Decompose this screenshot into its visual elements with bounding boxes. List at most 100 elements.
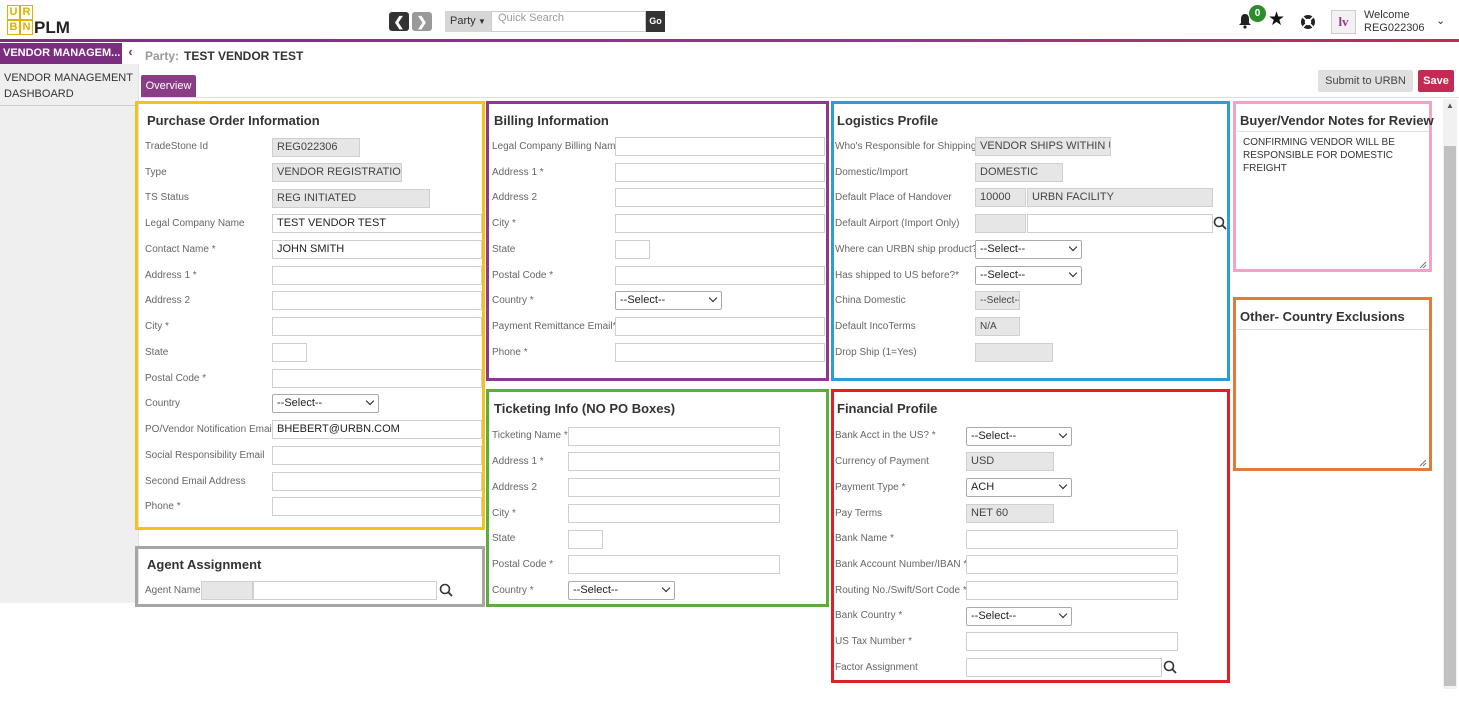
help-lifebuoy-icon[interactable] <box>1300 14 1316 30</box>
sidebar: VENDOR MANAGEM... ‹ VENDOR MANAGEMENT DA… <box>0 43 139 603</box>
china-domestic-field: --Select-- <box>975 291 1020 310</box>
save-button[interactable]: Save <box>1418 70 1454 92</box>
domestic-import-field: DOMESTIC <box>975 163 1063 182</box>
tradestone-id-field: REG022306 <box>272 138 360 157</box>
chevron-down-icon <box>1068 242 1078 252</box>
ticketing-name-input[interactable] <box>568 427 780 446</box>
sidebar-header[interactable]: VENDOR MANAGEM... <box>0 43 122 64</box>
routing-number-input[interactable] <box>966 581 1178 600</box>
social-responsibility-email-input[interactable] <box>272 446 482 465</box>
phone-input[interactable] <box>272 497 482 516</box>
search-icon[interactable] <box>1161 658 1179 677</box>
tab-overview[interactable]: Overview <box>141 75 196 97</box>
ticketing-city-input[interactable] <box>568 504 780 523</box>
us-tax-number-input[interactable] <box>966 632 1178 651</box>
contact-name-input[interactable]: JOHN SMITH <box>272 240 482 259</box>
scroll-up-arrow-icon[interactable]: ▲ <box>1444 100 1456 112</box>
ts-status-field: REG INITIATED <box>272 189 430 208</box>
address2-input[interactable] <box>272 291 482 310</box>
field-label: City * <box>492 508 516 519</box>
quick-search-input[interactable]: Quick Search <box>491 11 646 32</box>
state-input[interactable] <box>272 343 307 362</box>
search-icon[interactable] <box>1211 214 1229 233</box>
billing-phone-input[interactable] <box>615 343 825 362</box>
field-label: Factor Assignment <box>835 662 918 673</box>
resize-grip-icon[interactable] <box>1419 459 1427 467</box>
notes-textarea[interactable]: CONFIRMING VENDOR WILL BE RESPONSIBLE FO… <box>1243 136 1413 261</box>
field-label: Contact Name * <box>145 244 216 255</box>
user-menu-chevron-icon[interactable]: ⌄ <box>1436 14 1445 27</box>
field-label: Default Place of Handover <box>835 192 952 203</box>
ticketing-postal-code-input[interactable] <box>568 555 780 574</box>
search-scope-dropdown[interactable]: Party ▼ <box>445 11 491 32</box>
country-select[interactable]: --Select-- <box>272 394 379 413</box>
legal-company-name-input[interactable]: TEST VENDOR TEST <box>272 214 482 233</box>
field-label: PO/Vendor Notification Email <box>145 424 274 435</box>
billing-city-input[interactable] <box>615 214 825 233</box>
ticketing-address2-input[interactable] <box>568 478 780 497</box>
field-label: Address 1 * <box>145 270 197 281</box>
user-menu[interactable]: Welcome REG022306 <box>1364 9 1425 35</box>
second-email-input[interactable] <box>272 472 482 491</box>
field-label: TS Status <box>145 192 189 203</box>
country-exclusions-textarea[interactable] <box>1243 334 1413 459</box>
back-button[interactable]: ❮ <box>389 12 409 31</box>
resize-grip-icon[interactable] <box>1419 261 1427 269</box>
notification-badge[interactable]: 0 <box>1249 5 1266 22</box>
payment-type-select[interactable]: ACH <box>966 478 1072 497</box>
field-label: Bank Account Number/IBAN * <box>835 559 968 570</box>
airport-name-input[interactable] <box>1027 214 1213 233</box>
handover-name-field: URBN FACILITY <box>1027 188 1213 207</box>
field-label: Legal Company Billing Name <box>492 141 621 152</box>
field-label: Routing No./Swift/Sort Code * <box>835 585 967 596</box>
urbn-logo[interactable]: U R B N <box>7 5 33 35</box>
billing-country-select[interactable]: --Select-- <box>615 291 722 310</box>
notification-email-input[interactable]: BHEBERT@URBN.COM <box>272 420 482 439</box>
go-button[interactable]: Go <box>646 11 665 32</box>
field-label: Second Email Address <box>145 476 246 487</box>
field-label: Address 1 * <box>492 167 544 178</box>
header-divider <box>0 39 1459 42</box>
bank-acct-us-select[interactable]: --Select-- <box>966 427 1072 446</box>
field-label: Type <box>145 167 167 178</box>
collapse-sidebar-chevron-icon[interactable]: ‹ <box>122 43 139 64</box>
user-avatar[interactable]: lv <box>1331 10 1356 34</box>
ticketing-address1-input[interactable] <box>568 452 780 471</box>
agent-name-input[interactable] <box>253 581 437 600</box>
bank-name-input[interactable] <box>966 530 1178 549</box>
scrollbar-thumb[interactable] <box>1444 146 1456 686</box>
field-label: State <box>492 533 516 544</box>
field-label: Payment Type * <box>835 482 906 493</box>
app-name: PLM <box>34 18 70 37</box>
search-scope-label: Party <box>450 15 476 27</box>
ticketing-country-select[interactable]: --Select-- <box>568 581 675 600</box>
select-value: --Select-- <box>971 430 1017 442</box>
sidebar-item-vendor-dashboard[interactable]: VENDOR MANAGEMENT DASHBOARD <box>4 70 134 102</box>
search-icon[interactable] <box>437 581 455 600</box>
field-label: US Tax Number * <box>835 636 913 647</box>
favorites-star-icon[interactable]: ★ <box>1268 9 1285 31</box>
billing-address1-input[interactable] <box>615 163 825 182</box>
shipped-to-us-select[interactable]: --Select-- <box>975 266 1082 285</box>
select-value: --Select-- <box>971 610 1017 622</box>
billing-address2-input[interactable] <box>615 188 825 207</box>
shipping-responsibility-field: VENDOR SHIPS WITHIN USA <box>975 137 1111 156</box>
submit-to-urbn-button[interactable]: Submit to URBN <box>1318 70 1413 92</box>
factor-assignment-input[interactable] <box>966 658 1162 677</box>
bank-account-number-input[interactable] <box>966 555 1178 574</box>
field-label: Country <box>145 398 181 409</box>
city-input[interactable] <box>272 317 482 336</box>
forward-button[interactable]: ❯ <box>412 12 432 31</box>
field-label: Postal Code * <box>145 373 207 384</box>
address1-input[interactable] <box>272 266 482 285</box>
billing-name-input[interactable] <box>615 137 825 156</box>
postal-code-input[interactable] <box>272 369 482 388</box>
billing-state-input[interactable] <box>615 240 650 259</box>
ship-product-select[interactable]: --Select-- <box>975 240 1082 259</box>
incoterms-field: N/A <box>975 317 1020 336</box>
field-label: Drop Ship (1=Yes) <box>835 347 917 358</box>
remittance-email-input[interactable] <box>615 317 825 336</box>
bank-country-select[interactable]: --Select-- <box>966 607 1072 626</box>
ticketing-state-input[interactable] <box>568 530 603 549</box>
billing-postal-code-input[interactable] <box>615 266 825 285</box>
